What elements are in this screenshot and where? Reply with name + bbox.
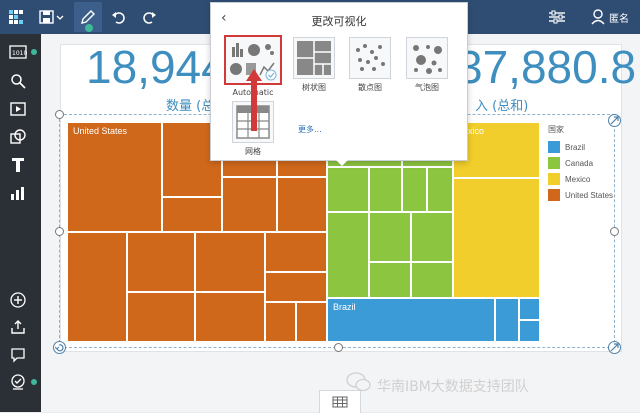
treemap-tile[interactable]	[127, 292, 195, 342]
legend-label: Mexico	[565, 174, 591, 184]
kpi-quantity-value: 18,944	[86, 41, 227, 93]
change-visualization-popover: ‹ 更改可视化 Automatic 树状图 散点图	[210, 2, 468, 161]
legend-label: Brazil	[565, 142, 586, 152]
treemap-tile[interactable]	[427, 167, 453, 212]
popover-title: 更改可视化	[311, 15, 367, 28]
viz-option-scatter[interactable]: 散点图	[345, 37, 395, 93]
bubble-viz-icon	[406, 37, 448, 79]
treemap-tile[interactable]	[402, 167, 427, 212]
annotation-arrow	[246, 69, 262, 131]
legend-item-canada[interactable]: Canada	[548, 155, 628, 171]
treemap-tile[interactable]	[519, 298, 540, 320]
treemap-tile[interactable]	[265, 302, 296, 342]
redo-icon[interactable]	[138, 4, 160, 30]
add-icon[interactable]	[8, 290, 28, 310]
search-icon[interactable]	[8, 71, 28, 91]
resize-handle-right[interactable]	[610, 227, 619, 236]
legend-item-brazil[interactable]: Brazil	[548, 139, 628, 155]
data-grid-toggle[interactable]	[319, 390, 361, 413]
user-icon	[591, 9, 605, 25]
shapes-icon[interactable]	[8, 127, 28, 147]
media-icon[interactable]	[8, 99, 28, 119]
filter-settings-icon[interactable]	[546, 4, 568, 30]
legend-item-united-states[interactable]: United States	[548, 187, 628, 203]
viz-option-treemap[interactable]: 树状图	[289, 37, 339, 93]
treemap-tile[interactable]	[369, 262, 411, 298]
scatter-viz-icon	[349, 37, 391, 79]
focus-handle-icon[interactable]	[608, 114, 621, 127]
treemap-label-united-states: United States	[73, 126, 128, 136]
legend-label: Canada	[565, 158, 594, 168]
treemap-tile[interactable]	[127, 232, 195, 292]
undo-icon[interactable]	[108, 4, 130, 30]
treemap-tile[interactable]	[195, 232, 265, 292]
treemap-tile[interactable]	[195, 292, 265, 342]
resize-handle-top-left[interactable]	[55, 110, 64, 119]
viz-option-label: 网格	[245, 147, 261, 156]
treemap-tile[interactable]	[162, 197, 222, 232]
treemap-tile[interactable]	[265, 272, 327, 302]
kpi-quantity-label: 数量 (总	[166, 99, 215, 114]
legend-swatch	[548, 173, 560, 185]
treemap-tile[interactable]	[265, 232, 327, 272]
treemap-tile[interactable]	[327, 167, 369, 212]
task-status-dot	[31, 379, 37, 385]
treemap-viz-icon	[293, 37, 335, 79]
legend-swatch	[548, 141, 560, 153]
treemap-tile[interactable]	[495, 298, 519, 342]
treemap-tile[interactable]	[296, 302, 327, 342]
table-icon	[332, 396, 348, 408]
left-sidebar: 1010	[0, 34, 41, 412]
svg-text:1010: 1010	[12, 50, 27, 57]
treemap-tile[interactable]	[67, 122, 162, 232]
comment-icon[interactable]	[8, 345, 28, 365]
viz-option-bubble[interactable]: 气泡图	[402, 37, 452, 93]
user-menu-button[interactable]: 匿名	[585, 4, 635, 30]
treemap-region-brazil[interactable]: Brazil	[327, 298, 540, 342]
treemap-tile[interactable]	[411, 212, 453, 262]
data-source-icon[interactable]: 1010	[8, 42, 28, 62]
text-icon[interactable]	[8, 155, 28, 175]
share-icon[interactable]	[8, 317, 28, 337]
app-grid-icon[interactable]	[6, 4, 26, 30]
viz-option-label: 气泡图	[415, 83, 439, 92]
kpi-revenue-value: 37,880.8	[457, 41, 637, 93]
more-visualizations-link[interactable]: 更多...	[298, 124, 322, 135]
edit-active-indicator	[85, 24, 93, 32]
expand-handle-icon[interactable]	[608, 341, 621, 354]
legend-item-mexico[interactable]: Mexico	[548, 171, 628, 187]
user-label: 匿名	[609, 13, 629, 25]
data-source-status-dot	[31, 49, 37, 55]
legend-swatch	[548, 189, 560, 201]
wechat-logo-icon	[346, 372, 371, 392]
viz-option-label: 树状图	[302, 83, 326, 92]
legend-label: United States	[565, 190, 614, 200]
kpi-revenue-label: 入 (总和)	[475, 99, 529, 114]
treemap-tile[interactable]	[67, 232, 127, 342]
viz-option-label: 散点图	[358, 83, 382, 92]
watermark-text: 华南IBM大数据支持团队	[377, 379, 529, 395]
resize-handle-left[interactable]	[55, 227, 64, 236]
treemap-label-brazil: Brazil	[333, 302, 356, 312]
treemap-tile[interactable]	[453, 178, 540, 298]
treemap-tile[interactable]	[369, 167, 402, 212]
resize-handle-bottom[interactable]	[334, 343, 343, 352]
treemap-tile[interactable]	[369, 212, 411, 262]
chart-legend: 国家 Brazil Canada Mexico United States	[548, 124, 628, 203]
legend-swatch	[548, 157, 560, 169]
treemap-tile[interactable]	[327, 212, 369, 298]
popover-caret	[334, 158, 350, 166]
rotate-handle-icon[interactable]	[53, 341, 66, 354]
treemap-tile[interactable]	[277, 177, 327, 232]
save-button[interactable]	[38, 4, 66, 30]
treemap-tile[interactable]	[411, 262, 453, 298]
treemap-tile[interactable]	[519, 320, 540, 342]
visualization-icon[interactable]	[8, 183, 28, 203]
task-check-icon[interactable]	[8, 372, 28, 392]
treemap-tile[interactable]	[222, 177, 277, 232]
